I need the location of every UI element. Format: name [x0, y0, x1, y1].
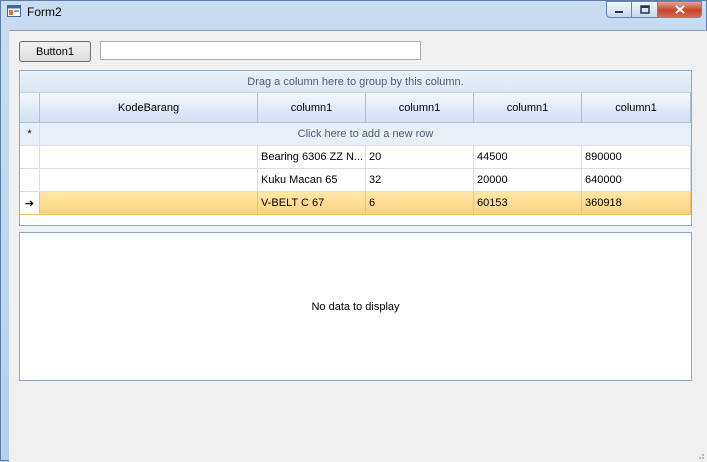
table-cell[interactable]: 20 [366, 146, 474, 169]
form2-window: Form2 Button1 Drag a column here to grou… [0, 0, 707, 462]
table-cell[interactable]: 640000 [582, 169, 691, 192]
column-header-kodebarang[interactable]: KodeBarang [40, 93, 258, 123]
button1[interactable]: Button1 [19, 41, 91, 62]
master-grid[interactable]: Drag a column here to group by this colu… [19, 70, 692, 226]
column-header-column1[interactable]: column1 [474, 93, 582, 123]
no-data-message: No data to display [311, 300, 400, 313]
detail-grid[interactable]: No data to display [19, 232, 692, 381]
form-app-icon [7, 5, 21, 17]
column-header-column1[interactable]: column1 [582, 93, 691, 123]
close-button[interactable] [658, 1, 702, 18]
new-row-marker: * [20, 123, 40, 146]
minimize-icon [615, 10, 623, 13]
maximize-button[interactable] [632, 1, 658, 18]
window-title: Form2 [27, 5, 62, 19]
table-cell[interactable]: 32 [366, 169, 474, 192]
client-area: Button1 Drag a column here to group by t… [9, 30, 707, 462]
cell-kodebarang[interactable] [40, 169, 258, 192]
close-icon [674, 5, 685, 14]
cell-kodebarang[interactable] [40, 146, 258, 169]
table-cell[interactable]: 44500 [474, 146, 582, 169]
group-by-panel[interactable]: Drag a column here to group by this colu… [20, 71, 691, 93]
add-new-row-prompt[interactable]: Click here to add a new row [40, 123, 691, 146]
table-cell[interactable]: 360918 [582, 192, 691, 215]
column-header-column1[interactable]: column1 [366, 93, 474, 123]
row-indicator[interactable] [20, 169, 40, 192]
current-row-arrow-icon[interactable]: ➔ [20, 192, 40, 215]
table-cell[interactable]: 60153 [474, 192, 582, 215]
title-bar[interactable]: Form2 [1, 1, 706, 23]
grid-header-row: KodeBarang column1 column1 column1 colum… [20, 93, 691, 123]
table-row[interactable]: Kuku Macan 65 32 20000 640000 [20, 169, 691, 192]
table-cell[interactable]: V-BELT C 67 [258, 192, 366, 215]
new-row[interactable]: * Click here to add a new row [20, 123, 691, 146]
table-cell[interactable]: 890000 [582, 146, 691, 169]
table-cell[interactable]: Kuku Macan 65 [258, 169, 366, 192]
resize-grip-icon[interactable] [695, 450, 705, 460]
row-indicator[interactable] [20, 146, 40, 169]
table-cell[interactable]: 6 [366, 192, 474, 215]
text-input[interactable] [100, 41, 421, 60]
table-cell[interactable]: 20000 [474, 169, 582, 192]
maximize-icon [639, 5, 650, 14]
table-row[interactable]: Bearing 6306 ZZ N... 20 44500 890000 [20, 146, 691, 169]
window-controls [606, 1, 702, 19]
cell-kodebarang[interactable] [40, 192, 258, 215]
table-row-current[interactable]: ➔ V-BELT C 67 6 60153 360918 [20, 192, 691, 215]
row-indicator-header [20, 93, 40, 123]
minimize-button[interactable] [606, 1, 632, 18]
table-cell[interactable]: Bearing 6306 ZZ N... [258, 146, 366, 169]
column-header-column1[interactable]: column1 [258, 93, 366, 123]
